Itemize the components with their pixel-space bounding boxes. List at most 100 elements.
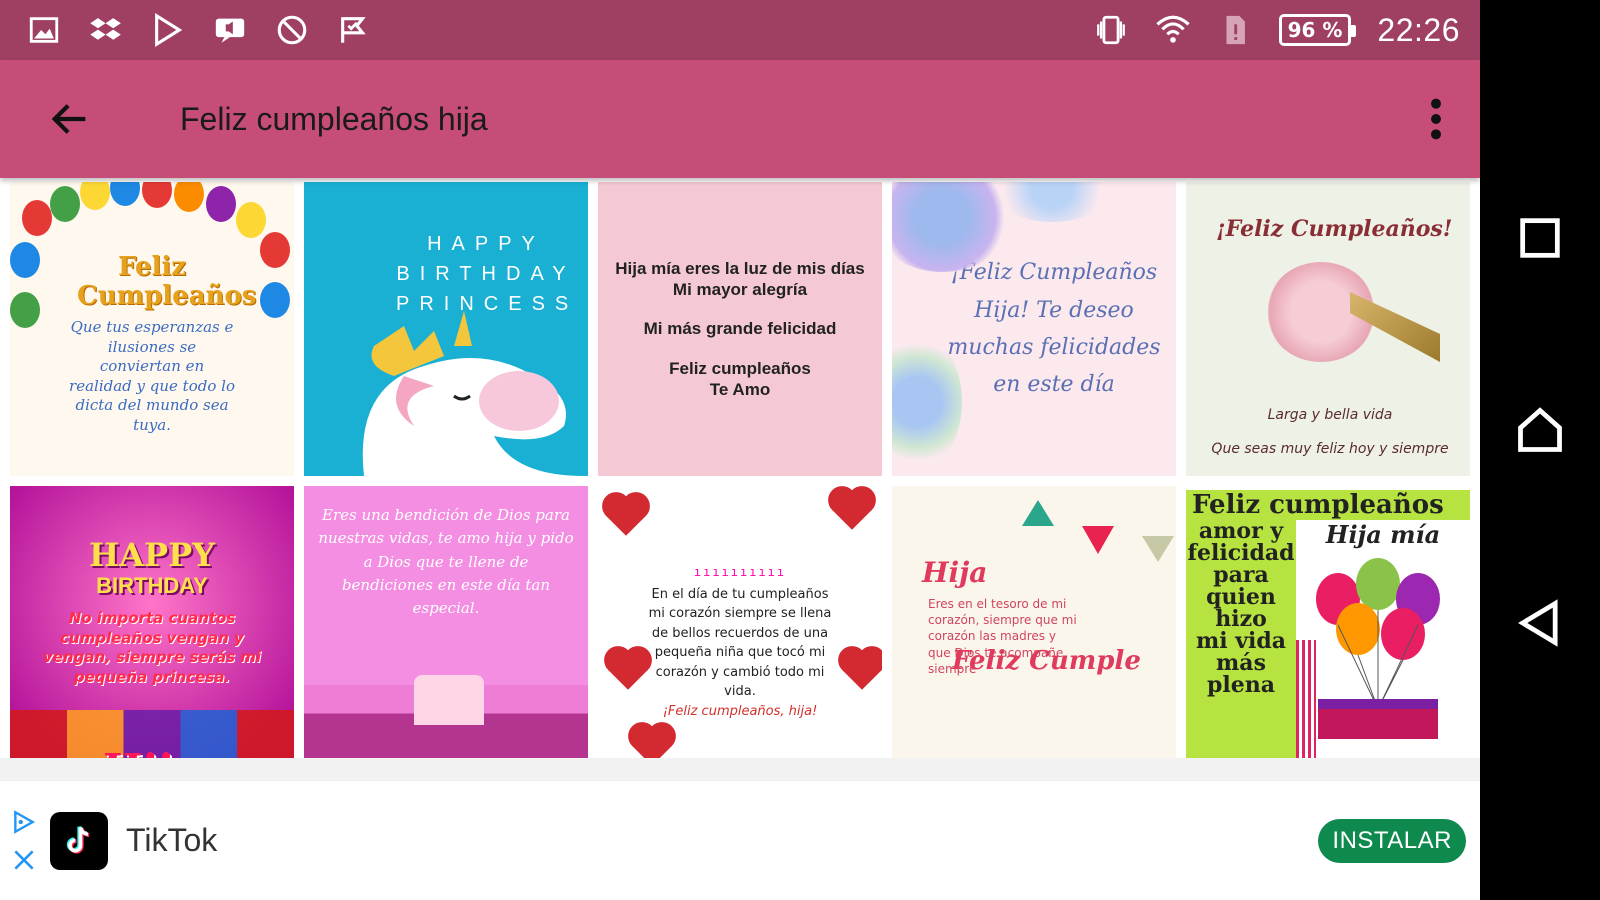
status-notification-icons [26,12,372,48]
card-title: Feliz cumpleaños [1186,490,1470,520]
flag-check-icon [336,12,372,48]
card-signature: Feliz Cumple [952,646,1141,676]
ad-choices[interactable] [4,809,44,873]
tiktok-icon [66,825,90,854]
battery-level-text: 96 % [1287,18,1343,42]
pennant-decoration [1022,500,1054,526]
card-message: Que tus esperanzas e ilusiones se convie… [69,318,235,434]
balloon-decoration [110,182,140,206]
image-grid: Feliz Cumpleaños Que tus esperanzas e il… [0,178,1480,758]
install-button[interactable]: INSTALAR [1318,818,1466,863]
balloon-decoration [50,186,80,222]
heart-decoration [632,726,672,758]
nav-back-button[interactable] [1505,588,1575,658]
card-closing: ¡Feliz cumpleaños, hija! [662,703,818,719]
card-gramophone-flower[interactable]: ¡Feliz Cumpleaños! Larga y bella vida Qu… [1186,182,1470,476]
card-message: En el día de tu cumpleaños mi corazón si… [648,586,832,700]
card-message: ¡Feliz Cumpleaños Hija! Te deseo muchas … [947,260,1161,398]
card-happy-birthday-hija[interactable]: HAPPY BIRTHDAY No importa cuantos cumple… [10,486,294,758]
sound-notification-icon [212,12,248,48]
balloon-decoration [80,182,110,210]
card-title: ¡Feliz Cumpleaños! [1216,216,1453,242]
card-footer: Hija [50,745,254,758]
balloon-decoration [260,282,290,318]
card-hija-feliz-cumple[interactable]: Hija Eres en el tesoro de mi corazón, si… [892,486,1176,758]
card-bendicion-de-dios[interactable]: Eres una bendición de Dios para nuestras… [304,486,588,758]
recents-icon [1520,217,1560,258]
recents-button[interactable] [1505,203,1575,273]
card-unicorn-princess[interactable]: HAPPY BIRTHDAY PRINCESS [304,182,588,476]
back-triangle-icon [1518,598,1558,647]
image-icon [26,12,62,48]
side-word: más [1216,650,1266,676]
side-word: mi vida [1195,628,1287,654]
side-word: plena [1207,672,1275,698]
card-subtitle: Hija mía [1325,520,1441,549]
heart-decoration [608,650,648,690]
ad-separator [0,758,1480,780]
balloon-decoration [260,232,290,268]
balloon-decoration [10,242,40,278]
heart-decoration [606,496,646,536]
tiktok-logo[interactable] [50,811,108,870]
no-sim-icon [1217,12,1253,48]
card-line: Te Amo [709,379,771,399]
balloon-decoration [206,186,236,222]
card-subtitle: BIRTHDAY [96,573,208,598]
ad-app-name[interactable]: TikTok [126,822,217,859]
pennant-decoration [1082,526,1114,554]
card-body: amor y felicidad para quien hizo mi vida… [1186,520,1470,758]
image-grid-container[interactable]: Feliz Cumpleaños Que tus esperanzas e il… [0,178,1480,758]
arrow-back-icon [51,104,86,134]
card-feliz-cumpleanos-hija-mia[interactable]: Feliz cumpleaños amor y felicidad para q… [1186,486,1470,758]
overflow-menu-button[interactable] [1396,60,1476,178]
page-title: Feliz cumpleaños hija [180,100,488,137]
adchoices-icon[interactable] [11,809,37,835]
app-bar: Feliz cumpleaños hija [0,60,1480,178]
status-clock: 22:26 [1377,11,1460,48]
ad-banner[interactable]: TikTok INSTALAR [0,780,1480,900]
card-line: Hija mía eres la luz de mis días [615,258,865,278]
battery-indicator: 96 % [1278,14,1357,46]
card-title: Hija [922,556,988,589]
back-button[interactable] [20,60,120,178]
side-word: amor y [1198,518,1284,544]
balloon-decoration [236,202,266,238]
stripes-decoration [1296,640,1316,758]
status-system-icons: 96 % 22:26 [1093,12,1460,49]
card-line: Mi mayor alegría [672,280,808,300]
card-message: No importa cuantos cumpleaños vengan y v… [42,609,262,686]
balloon-decoration [10,292,40,328]
balloon-decoration [142,182,172,208]
side-word: quien [1206,584,1276,610]
card-balloon-area: Hija mía [1296,520,1470,758]
card-hija-luz[interactable]: Hija mía eres la luz de mis días Mi mayo… [598,182,882,476]
cake-decoration [304,675,588,758]
card-line: Feliz cumpleaños [669,358,811,378]
status-bar: 96 % 22:26 [0,0,1480,60]
balloon-bunch-illustration [1316,558,1440,739]
no-disturb-icon [274,12,310,48]
balloon-decoration [22,200,52,236]
card-line: Mi más grande felicidad [643,319,837,339]
heart-decoration [832,490,872,530]
side-word: para [1213,562,1269,588]
card-side-words: amor y felicidad para quien hizo mi vida… [1186,520,1296,758]
card-corazon-recuerdos[interactable]: ıııııııııı En el día de tu cumpleaños mi… [598,486,882,758]
vibrate-icon [1093,12,1129,48]
card-title: HAPPY [88,536,216,574]
card-message: Eres una bendición de Dios para nuestras… [318,506,574,617]
close-icon[interactable] [11,847,37,873]
unicorn-illustration [362,311,584,476]
balloon-decoration [174,182,204,212]
pennant-decoration [1142,536,1174,562]
system-navigation-bar [1480,0,1600,900]
side-word: hizo [1215,606,1267,632]
candles-decoration: ıııııııııı [693,564,787,579]
wifi-icon [1155,12,1191,48]
heart-decoration [842,650,882,690]
card-watercolor-flowers[interactable]: ¡Feliz Cumpleaños Hija! Te deseo muchas … [892,182,1176,476]
card-balloons-feliz-cumpleanos[interactable]: Feliz Cumpleaños Que tus esperanzas e il… [10,182,294,476]
home-button[interactable] [1505,395,1575,465]
card-title: Feliz Cumpleaños [77,251,257,311]
